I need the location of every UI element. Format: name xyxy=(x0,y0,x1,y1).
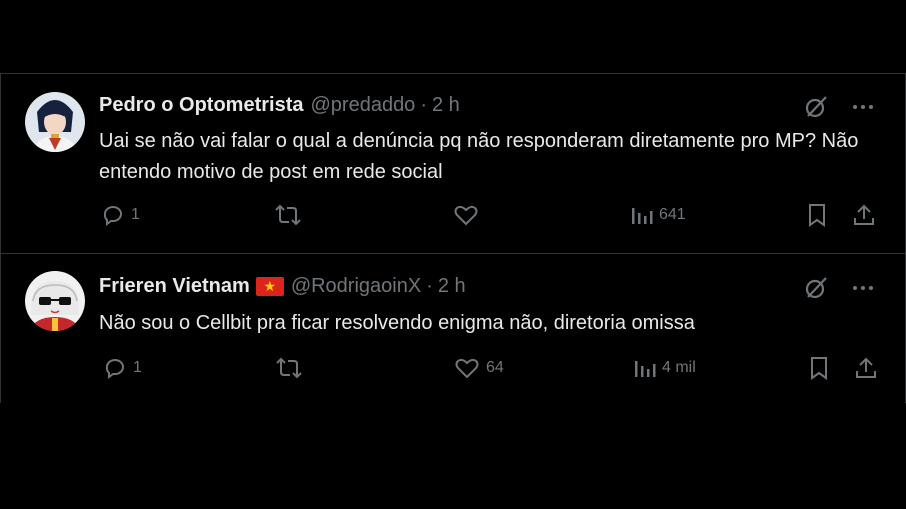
more-icon[interactable] xyxy=(851,95,875,119)
display-name[interactable]: Frieren Vietnam xyxy=(99,275,250,298)
tweet-text: Não sou o Cellbit pra ficar resolvendo e… xyxy=(99,312,695,334)
heart-icon xyxy=(455,358,479,379)
views-button[interactable]: 4 mil xyxy=(632,356,696,380)
retweet-icon xyxy=(275,204,301,226)
retweet-button[interactable] xyxy=(276,356,308,380)
share-button[interactable] xyxy=(852,203,876,227)
tweet[interactable]: Frieren Vietnam ★ @RodrigaoinX · 2 h Não… xyxy=(0,253,906,403)
bookmark-button[interactable] xyxy=(808,356,830,380)
avatar[interactable] xyxy=(25,92,85,152)
timestamp[interactable]: 2 h xyxy=(432,94,460,117)
share-icon xyxy=(854,204,874,225)
reply-count: 1 xyxy=(133,359,142,376)
grok-icon[interactable] xyxy=(803,94,829,120)
bookmark-icon xyxy=(809,204,825,227)
tweet-top-icons xyxy=(803,94,875,120)
tweet-header: Frieren Vietnam ★ @RodrigaoinX · 2 h xyxy=(99,275,466,298)
separator-dot: · xyxy=(420,94,427,116)
tweet-actions: 1 641 xyxy=(99,203,877,233)
view-count: 641 xyxy=(659,206,686,223)
grok-icon[interactable] xyxy=(803,275,829,301)
tweet-header: Pedro o Optometrista @predaddo · 2 h xyxy=(99,94,460,117)
user-handle[interactable]: @predaddo xyxy=(310,94,415,117)
reply-count: 1 xyxy=(131,206,140,223)
retweet-icon xyxy=(276,357,302,379)
flag-star: ★ xyxy=(263,278,277,294)
bookmark-icon xyxy=(811,357,827,380)
bookmark-button[interactable] xyxy=(806,203,828,227)
display-name[interactable]: Pedro o Optometrista xyxy=(99,94,303,117)
like-button[interactable] xyxy=(453,203,485,227)
share-icon xyxy=(856,357,876,378)
tweet[interactable]: Pedro o Optometrista @predaddo · 2 h Uai… xyxy=(0,73,906,253)
reply-icon xyxy=(105,359,124,379)
views-icon xyxy=(635,361,656,377)
tweet-top-icons xyxy=(803,275,875,301)
like-count: 64 xyxy=(486,359,504,376)
tweet-actions: 1 64 4 mil xyxy=(99,356,877,386)
reply-button[interactable]: 1 xyxy=(101,203,140,227)
like-button[interactable]: 64 xyxy=(454,356,504,380)
avatar[interactable] xyxy=(25,271,85,331)
reply-button[interactable]: 1 xyxy=(103,356,142,380)
heart-icon xyxy=(454,205,478,226)
tweet-text: Uai se não vai falar o qual a denúncia p… xyxy=(99,130,859,183)
view-count: 4 mil xyxy=(662,359,696,376)
timestamp[interactable]: 2 h xyxy=(438,275,466,298)
views-button[interactable]: 641 xyxy=(629,203,686,227)
more-icon[interactable] xyxy=(851,276,875,300)
separator-dot: · xyxy=(426,275,433,297)
user-handle[interactable]: @RodrigaoinX xyxy=(291,275,421,298)
tweet-feed: Pedro o Optometrista @predaddo · 2 h Uai… xyxy=(0,73,906,403)
retweet-button[interactable] xyxy=(275,203,307,227)
reply-icon xyxy=(103,206,122,226)
views-icon xyxy=(632,208,653,224)
share-button[interactable] xyxy=(854,356,878,380)
vietnam-flag-icon: ★ xyxy=(255,277,284,296)
